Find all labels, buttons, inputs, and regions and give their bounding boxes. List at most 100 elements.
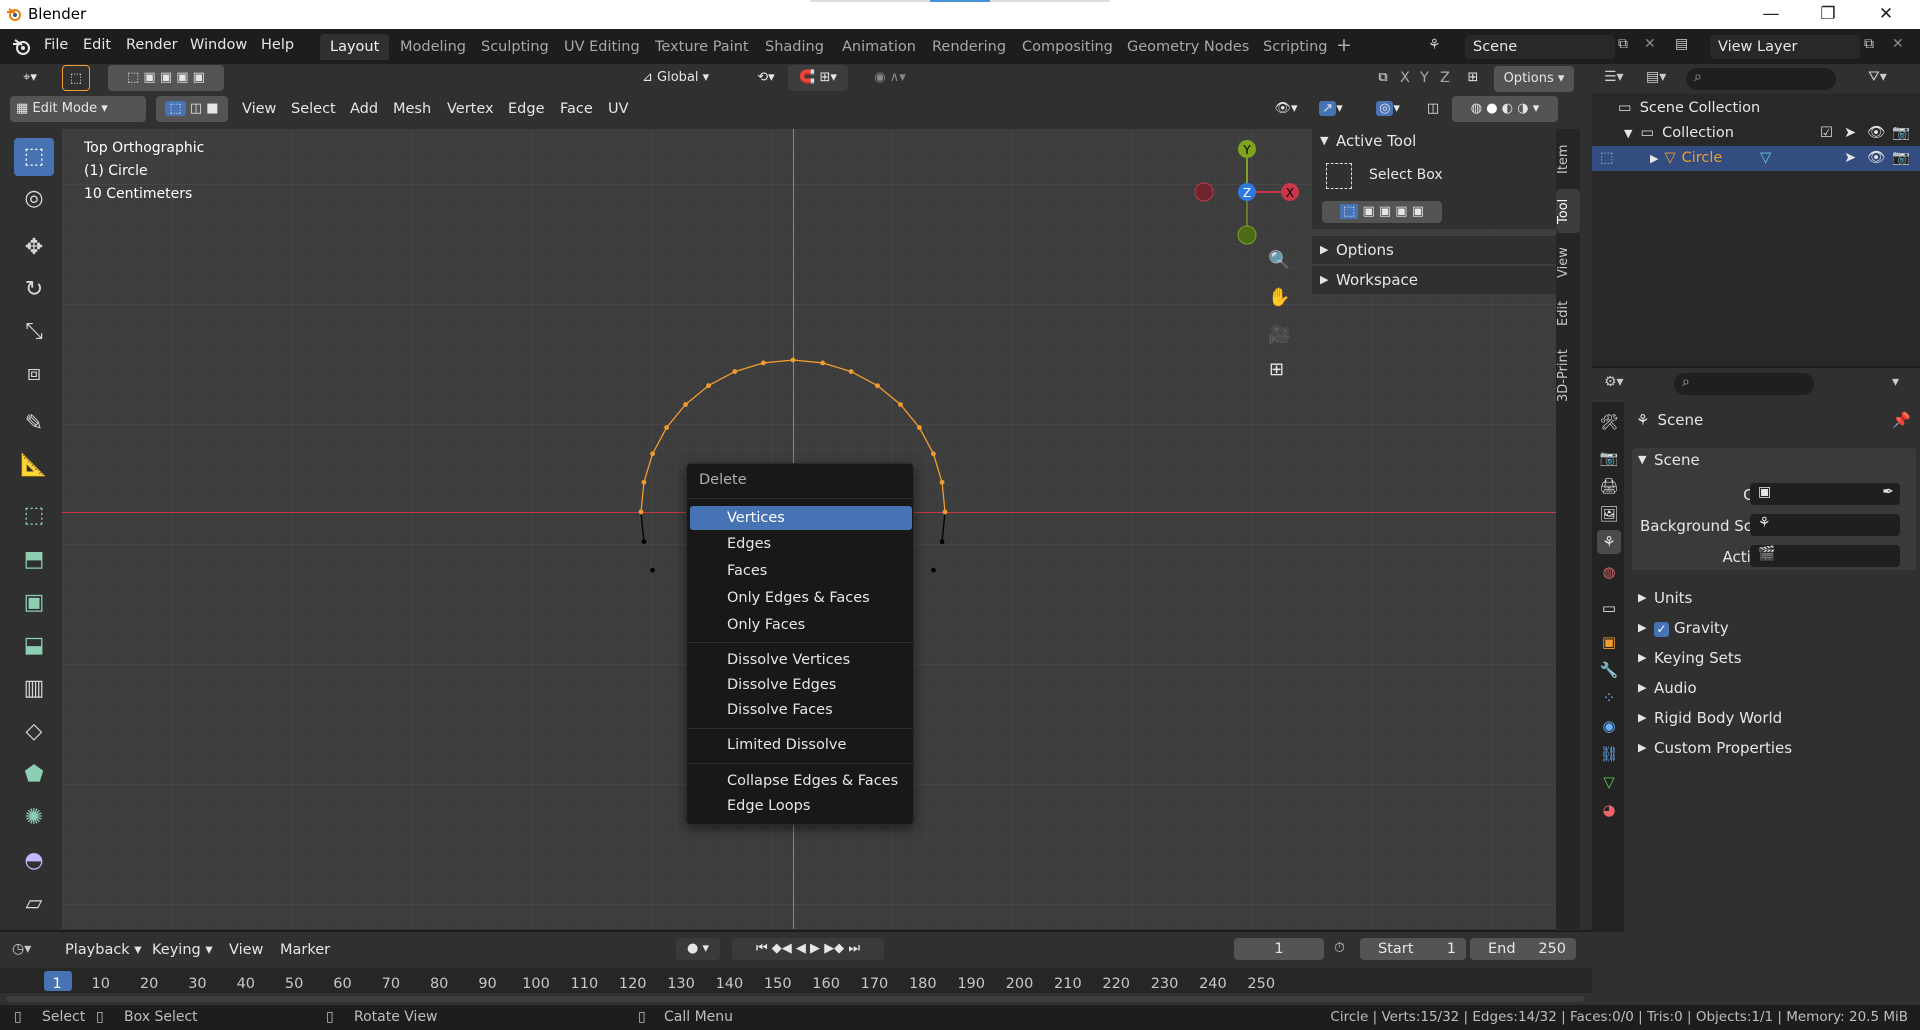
mesh-edge[interactable] xyxy=(643,453,654,483)
mesh-vertex[interactable] xyxy=(898,402,903,407)
tab-animation[interactable]: Animation xyxy=(832,34,926,60)
ortho-grid-icon[interactable]: ⊞ xyxy=(1269,359,1284,380)
mesh-data-tab-icon[interactable]: ▽ xyxy=(1597,770,1621,794)
menu-item-edge-loops[interactable]: Edge Loops xyxy=(690,794,912,818)
tab-texture-paint[interactable]: Texture Paint xyxy=(645,34,759,60)
active-tool-header[interactable]: ▼ Active Tool xyxy=(1312,127,1556,155)
annotate-tool-icon[interactable]: ✎ xyxy=(14,405,54,443)
auto-merge-icon[interactable]: ⊞ xyxy=(1462,65,1484,91)
select-box-tool-icon[interactable]: ⬚ xyxy=(14,138,54,176)
viewport-menu-view[interactable]: View xyxy=(242,96,276,122)
outliner-search-input[interactable]: ⌕ xyxy=(1686,68,1836,90)
mode-dropdown[interactable]: ▦ Edit Mode ▾ xyxy=(10,96,146,122)
new-scene-icon[interactable]: ⧉ xyxy=(1618,36,1628,52)
checkbox-icon[interactable]: ☑ xyxy=(1820,121,1833,146)
face-select-icon[interactable]: ■ xyxy=(206,101,218,116)
eye-icon[interactable]: 👁 xyxy=(1867,146,1885,171)
mesh-edge[interactable] xyxy=(792,359,823,364)
constraints-tab-icon[interactable]: ⛓ xyxy=(1597,742,1621,766)
collection-tab-icon[interactable]: ▭ xyxy=(1597,596,1621,620)
eyedropper-icon[interactable]: ✒ xyxy=(1882,484,1894,500)
snap-icon[interactable]: 🧲 ⊞▾ xyxy=(788,65,848,91)
scene-panel-header[interactable]: ▼ Scene xyxy=(1632,448,1916,474)
mesh-vertex[interactable] xyxy=(683,402,688,407)
outliner-row-circle[interactable]: ⬚ ▶ ▽ Circle ▽ ➤ 👁 📷 xyxy=(1592,146,1920,171)
mesh-vertex[interactable] xyxy=(641,539,647,545)
scene-tab-icon[interactable]: ⚘ xyxy=(1597,530,1621,554)
keying-sets-panel-header[interactable]: ▶ Keying Sets xyxy=(1632,646,1916,672)
blender-menu-icon[interactable] xyxy=(12,38,32,56)
smooth-tool-icon[interactable]: ◓ xyxy=(14,842,54,880)
extrude-tool-icon[interactable]: ⬒ xyxy=(14,541,54,579)
mesh-vertex[interactable] xyxy=(875,383,880,389)
mesh-data-icon[interactable]: ▽ xyxy=(1760,146,1771,171)
tab-sculpting[interactable]: Sculpting xyxy=(471,34,559,60)
tab-rendering[interactable]: Rendering xyxy=(922,34,1016,60)
gizmo-toggle-icon[interactable]: ↗ ▾ xyxy=(1310,96,1352,122)
xray-icon[interactable]: ◫ xyxy=(1422,96,1444,122)
mesh-edge[interactable] xyxy=(666,404,687,428)
navigation-gizmo[interactable]: Y X Z xyxy=(1192,137,1302,247)
mesh-vertex[interactable] xyxy=(732,369,738,374)
delete-view-layer-icon[interactable]: ✕ xyxy=(1892,36,1904,52)
pin-icon[interactable]: 📌 xyxy=(1892,411,1911,429)
select-mode-buttons[interactable]: ⬚ ▣ ▣ ▣ ▣ xyxy=(108,65,224,91)
modifier-tab-icon[interactable]: 🔧 xyxy=(1597,658,1621,682)
mirror-x[interactable]: X xyxy=(1400,65,1410,91)
select-mode-row[interactable]: ⬚ ▣ ▣ ▣ ▣ xyxy=(1322,201,1442,223)
cursor-tool-icon[interactable]: ◎ xyxy=(14,180,54,218)
menu-item-edges[interactable]: Edges xyxy=(690,532,912,556)
eye-icon[interactable]: 👁 xyxy=(1867,121,1885,146)
transform-orientation-dropdown[interactable]: ⊿ Global ▾ xyxy=(638,65,734,91)
mesh-vertex[interactable] xyxy=(931,567,936,573)
units-panel-header[interactable]: ▶ Units xyxy=(1632,586,1916,612)
tab-scripting[interactable]: Scripting xyxy=(1253,34,1337,60)
menu-item-dissolve-vertices[interactable]: Dissolve Vertices xyxy=(690,648,912,672)
viewport-menu-uv[interactable]: UV xyxy=(608,96,629,122)
filter-icon[interactable]: ⛛▾ xyxy=(1868,69,1887,85)
custom-properties-panel-header[interactable]: ▶ Custom Properties xyxy=(1632,736,1916,762)
expand-arrow-icon[interactable]: ▶ xyxy=(1650,152,1658,165)
tab-3d-print[interactable]: 3D-Print xyxy=(1556,341,1580,411)
particles-tab-icon[interactable]: ⁘ xyxy=(1597,686,1621,710)
material-tab-icon[interactable]: ◕ xyxy=(1597,798,1621,822)
options-header[interactable]: ▶ Options xyxy=(1312,236,1556,264)
add-cube-tool-icon[interactable]: ⬚ xyxy=(14,497,54,535)
gravity-panel-header[interactable]: ▶ ✓ Gravity xyxy=(1632,616,1916,642)
add-workspace-button[interactable]: + xyxy=(1336,34,1352,56)
mesh-vertex[interactable] xyxy=(650,567,655,573)
mesh-edge[interactable] xyxy=(941,511,946,542)
poly-build-tool-icon[interactable]: ⬟ xyxy=(14,756,54,794)
tab-view[interactable]: View xyxy=(1556,239,1580,287)
mesh-vertex[interactable] xyxy=(942,509,948,515)
mesh-edge[interactable] xyxy=(850,370,878,387)
render-tab-icon[interactable]: 📷 xyxy=(1597,446,1621,470)
tab-shading[interactable]: Shading xyxy=(755,34,834,60)
collapse-arrow-icon[interactable]: ▼ xyxy=(1624,127,1632,140)
mesh-edge[interactable] xyxy=(685,385,709,406)
physics-tab-icon[interactable]: ◉ xyxy=(1597,714,1621,738)
bevel-tool-icon[interactable]: ⬓ xyxy=(14,627,54,665)
tab-geometry-nodes[interactable]: Geometry Nodes xyxy=(1117,34,1259,60)
mesh-edge[interactable] xyxy=(651,427,668,455)
mesh-vertex[interactable] xyxy=(939,479,945,485)
edit-mode-indicator-icon[interactable]: ⬚ xyxy=(1600,146,1614,171)
pan-hand-icon[interactable]: ✋ xyxy=(1268,287,1290,308)
menu-item-dissolve-edges[interactable]: Dissolve Edges xyxy=(690,673,912,697)
mesh-vertex[interactable] xyxy=(650,451,655,457)
scale-tool-icon[interactable]: ⤡ xyxy=(14,313,54,351)
mesh-vertex[interactable] xyxy=(641,479,647,485)
outliner-editor-icon[interactable]: ☰▾ xyxy=(1604,69,1624,85)
rotate-tool-icon[interactable]: ↻ xyxy=(14,271,54,309)
tab-uv-editing[interactable]: UV Editing xyxy=(554,34,650,60)
menu-item-faces[interactable]: Faces xyxy=(690,559,912,583)
tool-tab-icon[interactable]: 🛠 xyxy=(1597,410,1621,434)
tab-edit[interactable]: Edit xyxy=(1556,293,1580,333)
audio-panel-header[interactable]: ▶ Audio xyxy=(1632,676,1916,702)
proportional-edit-icon[interactable]: ◉ ∧▾ xyxy=(860,65,920,91)
edge-select-icon[interactable]: ◫ xyxy=(190,101,202,116)
shear-tool-icon[interactable]: ▱ xyxy=(14,885,54,923)
mesh-edge[interactable] xyxy=(640,511,645,542)
close-window-button[interactable]: ✕ xyxy=(1858,0,1914,29)
view-layer-field[interactable]: View Layer xyxy=(1710,35,1860,59)
